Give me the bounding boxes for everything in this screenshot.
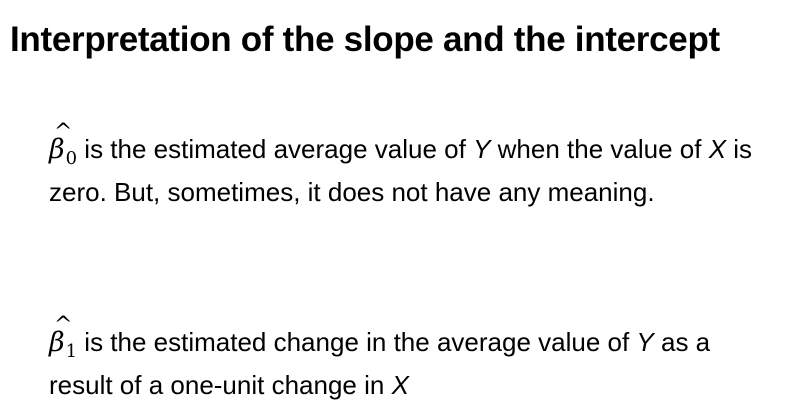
hat-accent: ^	[54, 120, 73, 145]
subscript-1: 1	[65, 341, 78, 362]
variable-y: Y	[636, 327, 654, 357]
intercept-text-1: is the estimated average value of	[77, 134, 474, 164]
slope-text-1: is the estimated change in the average v…	[77, 327, 637, 357]
hat-accent: ^	[54, 313, 73, 338]
beta-1-hat-symbol: β ^ 1	[49, 313, 78, 366]
subscript-0: 0	[65, 148, 78, 169]
slide-title: Interpretation of the slope and the inte…	[10, 20, 720, 59]
beta-0-hat-symbol: β ^ 0	[49, 120, 78, 173]
slope-interpretation: β ^ 1 is the estimated change in the avera…	[49, 313, 779, 404]
variable-x: X	[391, 369, 409, 400]
intercept-text-2: when the value of	[490, 134, 709, 164]
slide: Interpretation of the slope and the inte…	[0, 0, 802, 412]
variable-x: X	[708, 134, 727, 164]
variable-y: Y	[473, 134, 491, 164]
intercept-interpretation: β ^ 0 is the estimated average value of Y …	[49, 120, 779, 211]
